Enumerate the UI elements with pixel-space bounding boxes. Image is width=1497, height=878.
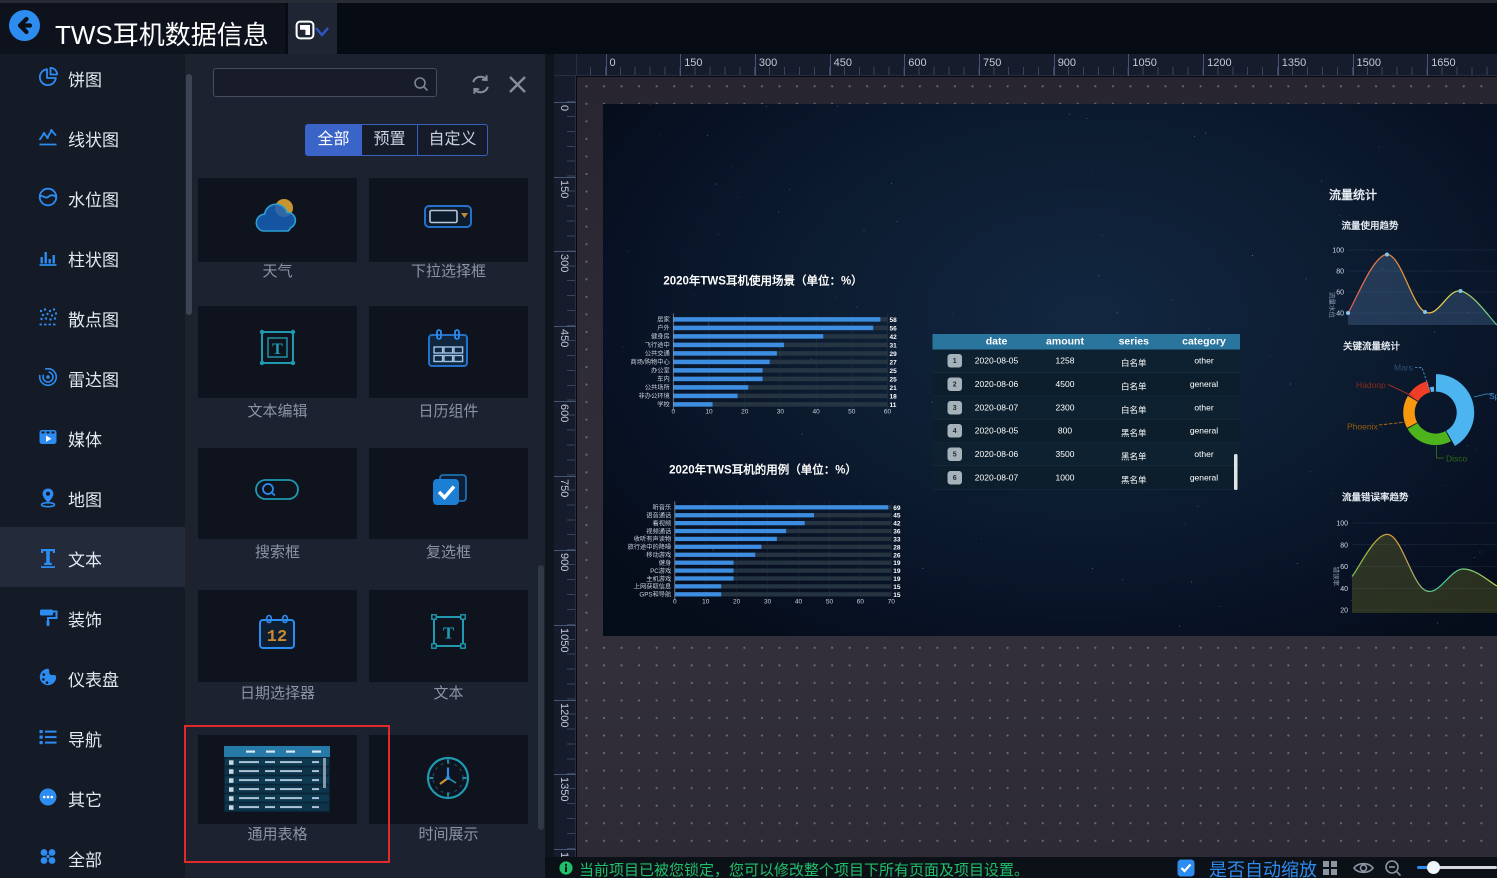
svg-text:旅行途中的降噪: 旅行途中的降噪 xyxy=(628,542,672,551)
svg-text:视频通话: 视频通话 xyxy=(646,526,671,535)
svg-text:11: 11 xyxy=(890,402,897,409)
svg-text:GPS和导航: GPS和导航 xyxy=(639,590,672,599)
svg-text:40: 40 xyxy=(1340,586,1348,593)
svg-text:60: 60 xyxy=(857,599,865,606)
svg-text:19: 19 xyxy=(893,576,901,583)
svg-text:40: 40 xyxy=(795,599,803,606)
svg-text:42: 42 xyxy=(893,521,901,528)
svg-text:商场/购物中心: 商场/购物中心 xyxy=(631,357,671,366)
svg-text:19: 19 xyxy=(893,560,901,567)
svg-text:30: 30 xyxy=(777,409,785,416)
svg-text:50: 50 xyxy=(826,599,834,606)
svg-text:80: 80 xyxy=(1340,542,1348,549)
svg-text:27: 27 xyxy=(890,359,898,366)
svg-text:45: 45 xyxy=(893,513,901,520)
svg-text:听音乐: 听音乐 xyxy=(653,503,672,512)
svg-text:12: 12 xyxy=(267,628,287,647)
svg-text:26: 26 xyxy=(893,552,901,559)
svg-text:公共交通: 公共交通 xyxy=(645,349,671,358)
svg-text:18: 18 xyxy=(890,393,898,400)
svg-text:19: 19 xyxy=(893,568,901,575)
svg-text:Phoenix: Phoenix xyxy=(1347,422,1378,432)
svg-text:看视频: 看视频 xyxy=(653,518,672,527)
svg-text:移动游戏: 移动游戏 xyxy=(646,550,671,559)
svg-text:主机游戏: 主机游戏 xyxy=(646,574,671,583)
svg-text:20: 20 xyxy=(741,409,749,416)
svg-text:学校: 学校 xyxy=(657,400,670,409)
svg-text:33: 33 xyxy=(893,536,901,543)
svg-text:50: 50 xyxy=(848,409,856,416)
svg-text:收听有声读物: 收听有声读物 xyxy=(634,534,672,543)
svg-text:29: 29 xyxy=(890,351,898,358)
svg-text:T: T xyxy=(272,341,283,358)
svg-text:100: 100 xyxy=(1336,521,1348,528)
svg-text:15: 15 xyxy=(893,584,901,591)
svg-text:60: 60 xyxy=(1340,564,1348,571)
svg-text:30: 30 xyxy=(764,599,772,606)
svg-text:40: 40 xyxy=(1336,311,1344,318)
svg-text:70: 70 xyxy=(888,599,896,606)
svg-text:Disco: Disco xyxy=(1446,454,1468,464)
svg-text:飞行途中: 飞行途中 xyxy=(645,340,670,349)
svg-text:T: T xyxy=(443,624,455,643)
svg-text:21: 21 xyxy=(890,385,898,392)
svg-text:56: 56 xyxy=(890,325,898,332)
svg-text:Mars: Mars xyxy=(1394,363,1413,373)
svg-text:20: 20 xyxy=(1340,608,1348,615)
svg-text:10: 10 xyxy=(705,409,713,416)
svg-text:60: 60 xyxy=(884,409,892,416)
svg-text:车内: 车内 xyxy=(657,374,670,383)
svg-text:40: 40 xyxy=(812,409,820,416)
svg-text:36: 36 xyxy=(893,529,901,536)
svg-text:Spark: Spark xyxy=(1489,391,1497,401)
svg-text:上网获取信息: 上网获取信息 xyxy=(634,582,672,591)
svg-text:31: 31 xyxy=(890,342,898,349)
svg-text:非办公环境: 非办公环境 xyxy=(639,391,670,400)
svg-text:80: 80 xyxy=(1336,269,1344,276)
svg-text:42: 42 xyxy=(890,334,898,341)
svg-text:户外: 户外 xyxy=(657,323,670,332)
svg-text:60: 60 xyxy=(1336,290,1344,297)
svg-text:Hadoop: Hadoop xyxy=(1356,380,1386,390)
svg-text:25: 25 xyxy=(890,376,898,383)
svg-text:28: 28 xyxy=(893,544,901,551)
svg-text:健身房: 健身房 xyxy=(651,332,670,341)
svg-text:公共场所: 公共场所 xyxy=(645,383,670,392)
svg-text:69: 69 xyxy=(893,505,901,512)
svg-text:10: 10 xyxy=(702,599,710,606)
svg-text:语音通话: 语音通话 xyxy=(646,510,671,519)
svg-text:办公室: 办公室 xyxy=(651,366,670,375)
svg-text:25: 25 xyxy=(890,368,898,375)
svg-text:100: 100 xyxy=(1332,248,1344,255)
svg-text:58: 58 xyxy=(890,317,898,324)
svg-text:居家: 居家 xyxy=(657,315,670,324)
svg-text:健身: 健身 xyxy=(659,558,672,567)
svg-text:15: 15 xyxy=(893,592,901,599)
svg-text:20: 20 xyxy=(733,599,741,606)
svg-text:PC游戏: PC游戏 xyxy=(650,566,671,575)
